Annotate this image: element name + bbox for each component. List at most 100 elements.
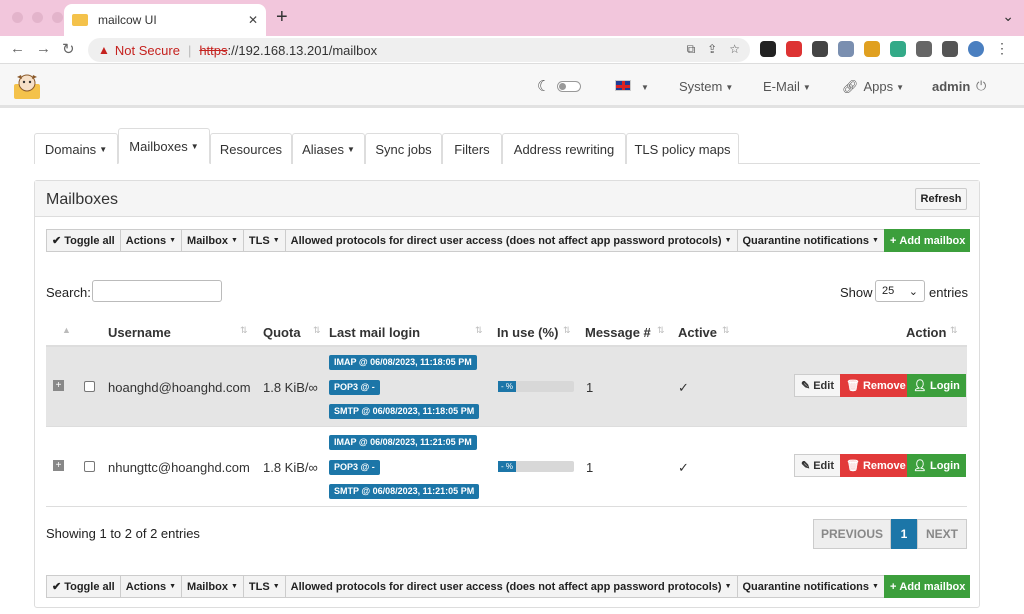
- row-checkbox[interactable]: [84, 381, 95, 392]
- sort-icon[interactable]: ⇅: [313, 325, 321, 336]
- actions-label: Actions: [125, 234, 167, 247]
- add-mailbox-button[interactable]: + Add mailbox: [883, 229, 971, 252]
- dark-mode-toggle[interactable]: [557, 81, 581, 92]
- quarantine-label: Quarantine notifications: [742, 580, 870, 593]
- previous-page-button[interactable]: PREVIOUS: [813, 519, 891, 549]
- header-message-count[interactable]: Message #: [585, 325, 651, 340]
- sidebar-icon[interactable]: [942, 41, 958, 57]
- tls-dropdown[interactable]: TLS ▼: [242, 575, 285, 598]
- tls-dropdown[interactable]: TLS ▼: [242, 229, 285, 252]
- tab-search-chevron-icon[interactable]: ⌄: [1002, 8, 1014, 25]
- nav-apps[interactable]: 🔗︎ Apps ▼: [842, 79, 904, 95]
- nav-system[interactable]: System ▼: [679, 79, 733, 94]
- actions-dropdown[interactable]: Actions ▼: [119, 229, 182, 252]
- edit-button[interactable]: ✎ Edit: [794, 454, 841, 477]
- table-row[interactable]: + hoanghd@hoanghd.com 1.8 KiB/∞ IMAP @ 0…: [46, 347, 967, 427]
- reload-icon[interactable]: ↻: [62, 40, 75, 58]
- search-label: Search:: [46, 285, 91, 300]
- protocols-dropdown[interactable]: Allowed protocols for direct user access…: [284, 575, 737, 598]
- edit-button[interactable]: ✎ Edit: [794, 374, 841, 397]
- search-input[interactable]: [92, 280, 222, 302]
- plus-icon: +: [889, 234, 897, 247]
- translate-icon[interactable]: ⧉: [687, 42, 696, 57]
- sort-icon[interactable]: ⇅: [722, 325, 730, 336]
- mailbox-dropdown[interactable]: Mailbox ▼: [181, 229, 243, 252]
- toggle-all-label: Toggle all: [64, 234, 115, 247]
- bookmark-star-icon[interactable]: ☆: [729, 42, 740, 57]
- new-tab-button[interactable]: +: [276, 6, 288, 29]
- extension-cat-icon[interactable]: [760, 41, 776, 57]
- language-flag-icon[interactable]: [615, 80, 631, 91]
- window-controls[interactable]: [12, 12, 63, 23]
- extension-grid-icon[interactable]: [864, 41, 880, 57]
- sort-icon[interactable]: ⇅: [563, 325, 571, 336]
- mailcow-logo[interactable]: [12, 72, 42, 100]
- extensions-puzzle-icon[interactable]: [916, 41, 932, 57]
- sort-icon[interactable]: ⇅: [950, 325, 958, 336]
- row-checkbox[interactable]: [84, 461, 95, 472]
- header-quota[interactable]: Quota: [263, 325, 301, 340]
- user-name[interactable]: admin: [932, 79, 970, 94]
- expand-row-icon[interactable]: +: [53, 380, 64, 391]
- logout-power-icon[interactable]: ⏻: [976, 78, 986, 94]
- tab-sync-jobs[interactable]: Sync jobs: [365, 133, 442, 164]
- security-label[interactable]: Not Secure: [115, 43, 180, 58]
- minimize-window-button[interactable]: [32, 12, 43, 23]
- tab-tls-policy-maps[interactable]: TLS policy maps: [626, 133, 739, 164]
- header-last-mail-login[interactable]: Last mail login: [329, 325, 420, 340]
- extension-qr-icon[interactable]: [812, 41, 828, 57]
- add-mailbox-button[interactable]: + Add mailbox: [883, 575, 971, 598]
- tab-address-rewriting[interactable]: Address rewriting: [502, 133, 626, 164]
- login-label: Login: [929, 459, 960, 472]
- forward-arrow-icon[interactable]: →: [36, 40, 51, 57]
- page-size-select[interactable]: 25 ⌄: [875, 280, 925, 302]
- caret-icon: ▼: [190, 141, 199, 151]
- remove-button[interactable]: 🗑︎ Remove: [840, 454, 912, 477]
- close-window-button[interactable]: [12, 12, 23, 23]
- remove-button[interactable]: 🗑︎ Remove: [840, 374, 912, 397]
- quarantine-dropdown[interactable]: Quarantine notifications ▼: [736, 229, 884, 252]
- header-active[interactable]: Active: [678, 325, 717, 340]
- next-page-button[interactable]: NEXT: [917, 519, 967, 549]
- tab-aliases[interactable]: Aliases ▼: [292, 133, 365, 164]
- profile-avatar[interactable]: [968, 41, 984, 57]
- mailbox-dropdown[interactable]: Mailbox ▼: [181, 575, 243, 598]
- url-bar[interactable]: ▲ Not Secure | https ://192.168.13.201/m…: [88, 38, 750, 62]
- tab-domains[interactable]: Domains ▼: [34, 133, 118, 164]
- extension-circle-icon[interactable]: [890, 41, 906, 57]
- browser-tab[interactable]: mailcow UI ✕: [64, 4, 266, 36]
- page-1-button[interactable]: 1: [891, 519, 917, 549]
- login-button[interactable]: 👤︎ Login: [907, 454, 966, 477]
- back-arrow-icon[interactable]: ←: [10, 40, 25, 57]
- quarantine-dropdown[interactable]: Quarantine notifications ▼: [736, 575, 884, 598]
- share-icon[interactable]: ⇪: [707, 42, 717, 57]
- tab-resources[interactable]: Resources: [210, 133, 292, 164]
- language-caret-icon[interactable]: ▼: [638, 79, 649, 94]
- close-tab-icon[interactable]: ✕: [248, 13, 258, 27]
- toggle-all-label: Toggle all: [64, 580, 115, 593]
- refresh-button[interactable]: Refresh: [915, 188, 967, 210]
- menu-kebab-icon[interactable]: ⋮: [994, 41, 1010, 57]
- protocols-dropdown[interactable]: Allowed protocols for direct user access…: [284, 229, 737, 252]
- mailboxes-panel: Mailboxes Refresh ✔ Toggle all Actions ▼ M…: [34, 180, 980, 608]
- header-username[interactable]: Username: [108, 325, 171, 340]
- trash-icon: 🗑︎: [846, 460, 860, 472]
- expand-row-icon[interactable]: +: [53, 460, 64, 471]
- table-row[interactable]: + nhungttc@hoanghd.com 1.8 KiB/∞ IMAP @ …: [46, 427, 967, 507]
- actions-dropdown[interactable]: Actions ▼: [119, 575, 182, 598]
- nav-email[interactable]: E-Mail ▼: [763, 79, 811, 94]
- extension-adblock-icon[interactable]: [786, 41, 802, 57]
- header-in-use[interactable]: In use (%): [497, 325, 558, 340]
- sort-icon[interactable]: ⇅: [475, 325, 483, 336]
- login-button[interactable]: 👤︎ Login: [907, 374, 966, 397]
- tab-filters[interactable]: Filters: [442, 133, 502, 164]
- show-label: Show: [840, 285, 873, 300]
- sort-icon[interactable]: ⇅: [657, 325, 665, 336]
- sort-icon[interactable]: ▲: [62, 325, 71, 335]
- maximize-window-button[interactable]: [52, 12, 63, 23]
- tab-mailboxes[interactable]: Mailboxes ▼: [118, 128, 210, 164]
- toggle-all-button[interactable]: ✔ Toggle all: [46, 229, 120, 252]
- extension-shield-icon[interactable]: [838, 41, 854, 57]
- sort-icon[interactable]: ⇅: [240, 325, 248, 336]
- toggle-all-button[interactable]: ✔ Toggle all: [46, 575, 120, 598]
